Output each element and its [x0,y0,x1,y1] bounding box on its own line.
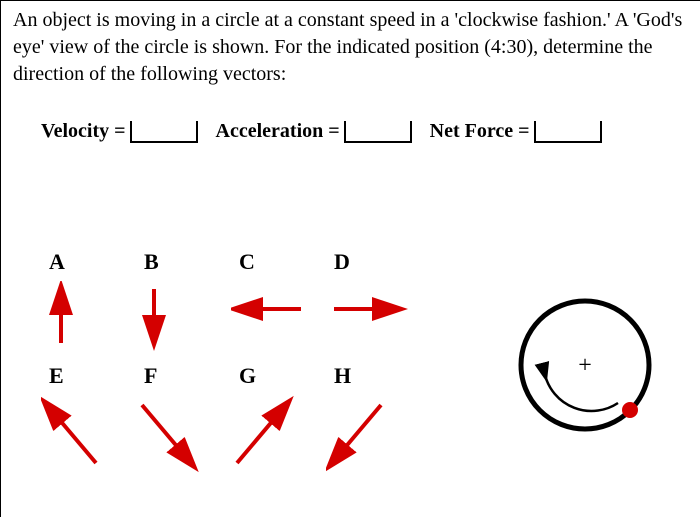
arrow-down-left-icon [326,395,421,465]
velocity-label: Velocity = [41,120,126,143]
center-plus-icon: + [578,353,592,379]
position-marker-icon [622,402,638,418]
direction-options-grid: A B C D [41,249,421,465]
answer-inputs-row: Velocity = Acceleration = Net Force = [13,120,688,143]
option-letter-D: D [326,249,421,275]
option-letters-top: A B C D [41,249,421,275]
netforce-label: Net Force = [430,120,530,143]
netforce-group: Net Force = [430,120,602,143]
option-letter-G: G [231,363,326,389]
velocity-blank[interactable] [130,121,198,143]
option-letters-bottom: E F G H [41,363,421,389]
option-letter-C: C [231,249,326,275]
option-letter-B: B [136,249,231,275]
option-letter-A: A [41,249,136,275]
arrow-right-icon [326,281,421,351]
arrow-down-right-icon [136,395,231,465]
option-letter-H: H [326,363,421,389]
option-letter-E: E [41,363,136,389]
acceleration-group: Acceleration = [216,120,412,143]
arrow-up-right-icon [231,395,326,465]
arrow-up-left-icon [41,395,136,465]
netforce-blank[interactable] [534,121,602,143]
question-text: An object is moving in a circle at a con… [13,7,688,88]
acceleration-label: Acceleration = [216,120,340,143]
circle-diagram: + [503,283,668,448]
arrow-row-top [41,281,421,351]
arrow-row-bottom [41,395,421,465]
arrow-down-icon [136,281,231,351]
option-letter-F: F [136,363,231,389]
arrow-up-icon [41,281,136,351]
velocity-group: Velocity = [41,120,198,143]
arrow-left-icon [231,281,326,351]
acceleration-blank[interactable] [344,121,412,143]
